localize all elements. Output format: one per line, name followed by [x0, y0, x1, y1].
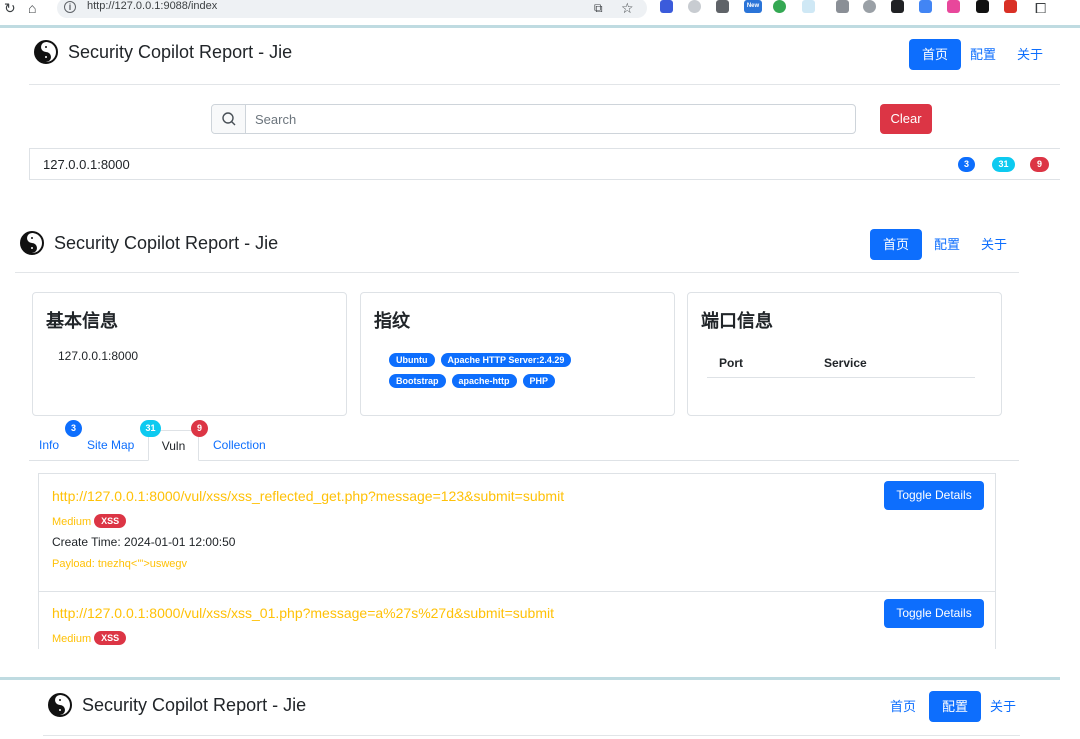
extension-icon[interactable] — [891, 0, 904, 13]
tab-collection[interactable]: Collection — [213, 430, 266, 461]
extension-icon[interactable] — [836, 0, 849, 13]
nav-config-link[interactable]: 配置 — [929, 691, 982, 722]
brand[interactable]: Security Copilot Report - Jie — [20, 231, 278, 255]
extension-icon[interactable] — [919, 0, 932, 13]
sitemap-count-badge: 31 — [992, 157, 1015, 172]
clear-button[interactable]: Clear — [880, 104, 932, 134]
tab-site-map[interactable]: Site Map — [87, 430, 134, 461]
nav-home-link[interactable]: 首页 — [881, 691, 925, 722]
app-title: Security Copilot Report - Jie — [54, 232, 279, 253]
fingerprint-tags: Ubuntu Apache HTTP Server:2.4.29 Bootstra… — [389, 350, 639, 392]
card-title: 端口信息 — [701, 311, 773, 331]
vuln-severity: Medium XSS — [52, 631, 127, 645]
brand[interactable]: Security Copilot Report - Jie — [34, 40, 292, 64]
toggle-details-button[interactable]: Toggle Details — [884, 599, 984, 628]
nav-config-link[interactable]: 配置 — [961, 39, 1005, 70]
extension-icon[interactable] — [863, 0, 876, 13]
host-address: 127.0.0.1:8000 — [43, 157, 130, 172]
search-addon — [212, 105, 246, 133]
vuln-severity: Medium XSS — [52, 514, 127, 528]
extension-new-icon[interactable]: New — [744, 0, 762, 13]
port-table-header: Port Service — [707, 354, 975, 378]
browser-toolbar: ↻ ⌂ i http://127.0.0.1:9088/index ⧉ ☆ Ne… — [0, 0, 1080, 28]
extensions-puzzle-icon[interactable]: ⧠ — [1035, 0, 1046, 16]
extension-icon[interactable] — [1004, 0, 1017, 13]
severity-label: Medium — [52, 633, 92, 645]
vuln-count-badge: 9 — [1030, 157, 1049, 172]
vuln-payload: Payload: tnezhq<'">uswegv — [52, 558, 188, 570]
port-info-card: 端口信息 Port Service — [687, 292, 1002, 416]
brand[interactable]: Security Copilot Report - Jie — [48, 693, 306, 717]
extension-icon[interactable] — [802, 0, 815, 13]
translate-icon[interactable]: ⧉ — [594, 0, 603, 16]
yin-yang-logo-icon — [34, 40, 58, 64]
fingerprint-tag: apache-http — [451, 374, 517, 388]
port-column-header: Port — [719, 356, 743, 370]
vuln-type-badge: XSS — [94, 514, 127, 528]
header-divider — [43, 735, 1020, 736]
home-icon[interactable]: ⌂ — [28, 0, 36, 16]
toggle-details-button[interactable]: Toggle Details — [884, 481, 984, 510]
basic-info-host: 127.0.0.1:8000 — [58, 349, 139, 363]
info-count-badge: 3 — [958, 157, 975, 172]
fingerprint-tag: Ubuntu — [389, 353, 435, 367]
extension-icon[interactable] — [773, 0, 786, 13]
card-title: 指纹 — [374, 311, 410, 331]
nav-about-link[interactable]: 关于 — [981, 691, 1025, 722]
fingerprint-card: 指纹 Ubuntu Apache HTTP Server:2.4.29 Boots… — [360, 292, 675, 416]
vuln-create-time: Create Time: 2024-01-01 12:00:50 — [52, 535, 236, 549]
nav-home-link[interactable]: 首页 — [909, 39, 962, 70]
vuln-url[interactable]: http://127.0.0.1:8000/vul/xss/xss_01.php… — [52, 605, 554, 621]
info-tab-badge: 3 — [65, 420, 82, 437]
yin-yang-logo-icon — [48, 693, 72, 717]
top-nav: 首页 配置 关于 — [870, 229, 1016, 260]
app-title: Security Copilot Report - Jie — [68, 41, 293, 62]
reload-icon[interactable]: ↻ — [4, 0, 16, 16]
search-input[interactable]: Search — [255, 112, 296, 127]
bookmark-star-icon[interactable]: ☆ — [621, 0, 634, 16]
host-list-item[interactable]: 127.0.0.1:8000 3 31 9 — [29, 148, 1060, 180]
nav-home-link[interactable]: 首页 — [870, 229, 923, 260]
tab-info[interactable]: Info — [39, 430, 59, 461]
address-url: http://127.0.0.1:9088/index — [87, 0, 218, 12]
fingerprint-tag: PHP — [522, 374, 556, 388]
fingerprint-tag: Bootstrap — [389, 374, 446, 388]
app-title: Security Copilot Report - Jie — [82, 694, 307, 715]
extension-icon[interactable] — [976, 0, 989, 13]
extension-icon[interactable] — [716, 0, 729, 13]
screenshot-divider — [0, 677, 1060, 680]
extension-icon[interactable] — [688, 0, 701, 13]
nav-about-link[interactable]: 关于 — [969, 229, 1016, 260]
card-title: 基本信息 — [46, 311, 118, 331]
extension-icon[interactable] — [947, 0, 960, 13]
top-nav: 首页 配置 关于 — [909, 39, 1052, 70]
top-nav: 首页 配置 关于 — [881, 691, 1025, 722]
search-icon — [222, 112, 236, 126]
extension-shield-icon[interactable] — [660, 0, 673, 13]
search-group: Search — [211, 104, 856, 134]
basic-info-card: 基本信息 127.0.0.1:8000 — [32, 292, 347, 416]
vuln-tab-badge: 9 — [191, 420, 208, 437]
sitemap-tab-badge: 31 — [140, 420, 161, 437]
vuln-list: http://127.0.0.1:8000/vul/xss/xss_reflec… — [38, 473, 996, 649]
nav-config-link[interactable]: 配置 — [922, 229, 969, 260]
vuln-url[interactable]: http://127.0.0.1:8000/vul/xss/xss_reflec… — [52, 488, 564, 504]
vuln-item: http://127.0.0.1:8000/vul/xss/xss_reflec… — [39, 474, 995, 591]
detail-tabs: Info Site Map Vuln Collection — [29, 430, 1019, 461]
vuln-type-badge: XSS — [94, 631, 127, 645]
yin-yang-logo-icon — [20, 231, 44, 255]
service-column-header: Service — [824, 356, 867, 370]
address-bar[interactable]: i http://127.0.0.1:9088/index — [57, 0, 647, 18]
fingerprint-tag: Apache HTTP Server:2.4.29 — [440, 353, 572, 367]
severity-label: Medium — [52, 516, 92, 528]
header-divider — [29, 84, 1060, 85]
site-info-icon[interactable]: i — [64, 1, 76, 13]
header-divider — [15, 272, 1019, 273]
nav-about-link[interactable]: 关于 — [1005, 39, 1052, 70]
vuln-item: http://127.0.0.1:8000/vul/xss/xss_01.php… — [39, 592, 995, 649]
